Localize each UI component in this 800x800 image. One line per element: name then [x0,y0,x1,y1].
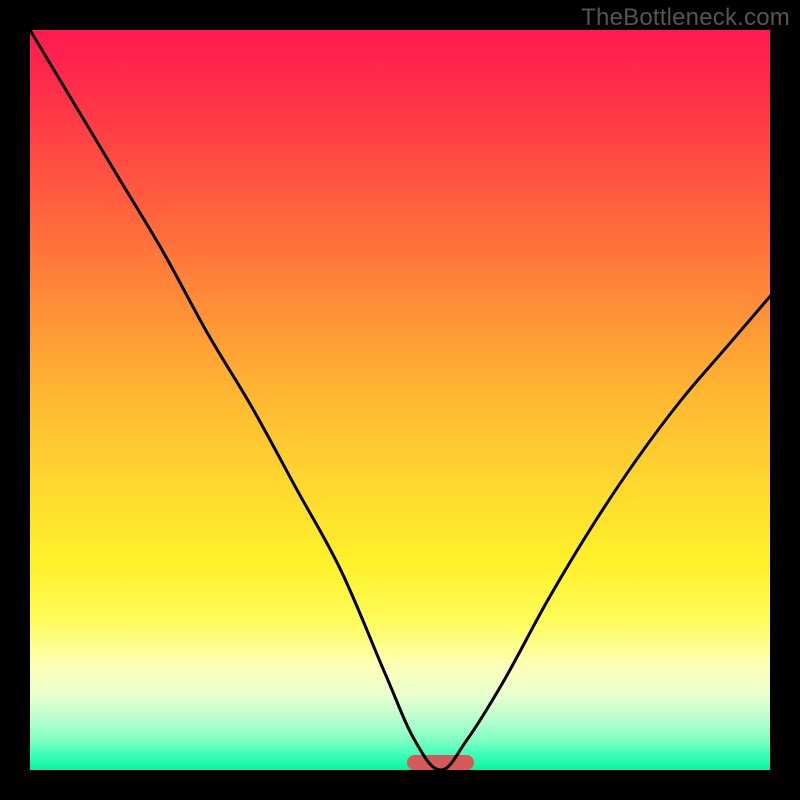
chart-frame: TheBottleneck.com [0,0,800,800]
bottleneck-curve-path [30,30,770,770]
plot-area [30,30,770,770]
bottleneck-curve-svg [30,30,770,770]
watermark-text: TheBottleneck.com [581,4,790,32]
